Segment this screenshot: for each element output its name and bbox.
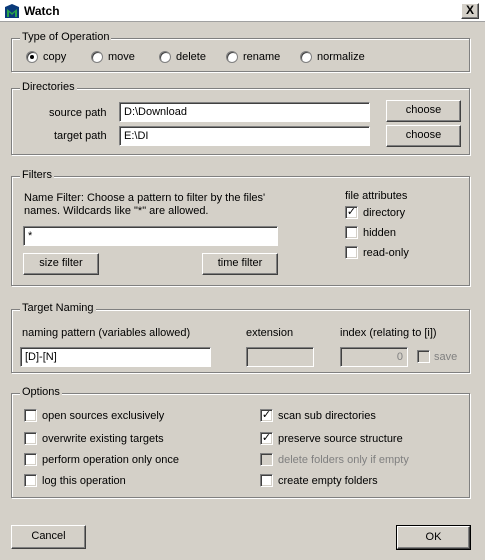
filters-group-label: Filters — [20, 169, 54, 181]
extension-input — [246, 347, 314, 367]
radio-rename[interactable] — [226, 51, 238, 63]
checkmark-icon: ✓ — [261, 409, 272, 421]
overwrite-existing-targets-label: overwrite existing targets — [42, 433, 164, 445]
target-choose-button[interactable]: choose — [386, 125, 461, 147]
open-sources-exclusively-checkbox[interactable] — [24, 409, 37, 422]
radio-delete-label: delete — [176, 51, 206, 63]
time-filter-button[interactable]: time filter — [202, 253, 278, 275]
naming-pattern-label: naming pattern (variables allowed) — [22, 327, 191, 339]
source-path-input[interactable]: D:\Download — [119, 102, 370, 122]
create-empty-folders-label: create empty folders — [278, 475, 378, 487]
hidden-checkbox[interactable] — [345, 226, 358, 239]
log-operation-checkbox[interactable] — [24, 474, 37, 487]
radio-delete[interactable] — [159, 51, 171, 63]
size-filter-button[interactable]: size filter — [23, 253, 99, 275]
window-title: Watch — [24, 4, 60, 18]
extension-label: extension — [246, 327, 294, 339]
overwrite-existing-targets-checkbox[interactable] — [24, 432, 37, 445]
target-naming-group-label: Target Naming — [20, 302, 96, 314]
ok-button[interactable]: OK — [396, 525, 471, 550]
checkmark-icon: ✓ — [261, 432, 272, 444]
close-icon: X — [465, 3, 474, 17]
radio-normalize[interactable] — [300, 51, 312, 63]
open-sources-exclusively-label: open sources exclusively — [42, 410, 165, 422]
delete-folders-checkbox — [260, 453, 273, 466]
delete-folders-label: delete folders only if empty — [278, 454, 409, 466]
scan-sub-directories-label: scan sub directories — [278, 410, 376, 422]
name-pattern-input[interactable]: * — [23, 226, 278, 246]
read-only-checkbox[interactable] — [345, 246, 358, 259]
cancel-button[interactable]: Cancel — [11, 525, 86, 549]
index-label: index (relating to [i]) — [340, 327, 437, 339]
radio-move[interactable] — [91, 51, 103, 63]
name-filter-description-line1: Name Filter: Choose a pattern to filter … — [24, 192, 266, 204]
source-path-label: source path — [49, 107, 107, 119]
operation-group: Type of Operation — [11, 31, 470, 72]
radio-copy-label: copy — [43, 51, 67, 63]
name-filter-description-line2: names. Wildcards like "*" are allowed. — [24, 205, 209, 217]
checkmark-icon: ✓ — [346, 206, 357, 218]
source-choose-button[interactable]: choose — [386, 100, 461, 122]
read-only-checkbox-label: read-only — [363, 247, 409, 259]
hidden-checkbox-label: hidden — [363, 227, 397, 239]
radio-copy[interactable] — [26, 51, 38, 63]
radio-move-label: move — [108, 51, 135, 63]
operation-group-label: Type of Operation — [20, 31, 112, 43]
target-path-input[interactable]: E:\DI — [119, 126, 370, 146]
app-logo-icon — [4, 3, 20, 19]
save-checkbox-label: save — [434, 351, 458, 363]
directories-group-label: Directories — [20, 81, 77, 93]
create-empty-folders-checkbox[interactable] — [260, 474, 273, 487]
save-checkbox — [417, 350, 430, 363]
file-attributes-label: file attributes — [345, 190, 408, 202]
preserve-source-structure-label: preserve source structure — [278, 433, 403, 445]
preserve-source-structure-checkbox[interactable]: ✓ — [260, 432, 273, 445]
title-bar: Watch X — [0, 0, 485, 22]
close-button[interactable]: X — [461, 3, 479, 19]
perform-once-label: perform operation only once — [42, 454, 179, 466]
scan-sub-directories-checkbox[interactable]: ✓ — [260, 409, 273, 422]
directory-checkbox[interactable]: ✓ — [345, 206, 358, 219]
perform-once-checkbox[interactable] — [24, 453, 37, 466]
naming-pattern-input[interactable]: [D]-[N] — [20, 347, 211, 367]
log-operation-label: log this operation — [42, 475, 126, 487]
radio-rename-label: rename — [243, 51, 281, 63]
radio-normalize-label: normalize — [317, 51, 365, 63]
index-input: 0 — [340, 347, 408, 367]
directory-checkbox-label: directory — [363, 207, 406, 219]
options-group-label: Options — [20, 386, 62, 398]
target-path-label: target path — [54, 130, 107, 142]
